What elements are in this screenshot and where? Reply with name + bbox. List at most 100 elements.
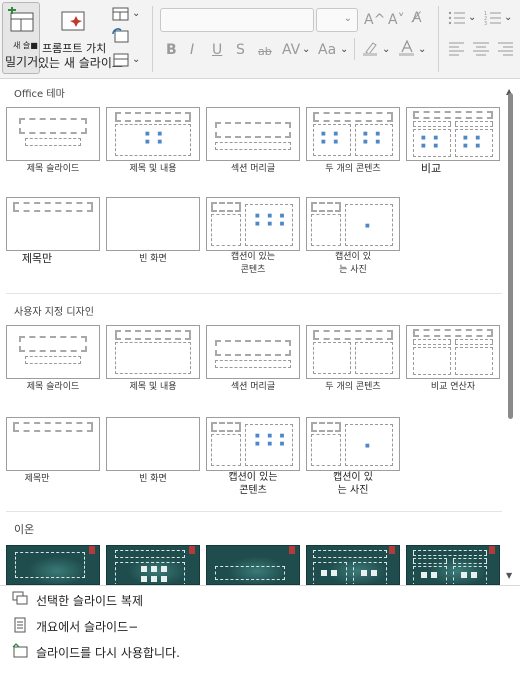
content-icons: ■ ■ ■ ■ ■ ■ xyxy=(255,433,288,447)
text-placeholder xyxy=(215,142,291,150)
layout-icon[interactable] xyxy=(112,6,130,22)
highlight-chevron-icon[interactable]: ⌄ xyxy=(382,44,390,55)
layout-caption: 제목만 xyxy=(21,252,53,265)
accent-tab xyxy=(89,546,95,554)
bullet-list-icon[interactable] xyxy=(448,10,466,26)
custom-layout-title-only[interactable] xyxy=(6,417,100,471)
content-icon xyxy=(471,572,477,578)
new-slide-icon xyxy=(8,7,34,32)
layout-blank[interactable] xyxy=(106,197,200,251)
custom-layout-blank[interactable] xyxy=(106,417,200,471)
shadow-button[interactable]: S xyxy=(236,42,245,58)
layout-content-caption[interactable]: ■ ■ ■ ■ ■ ■ xyxy=(206,197,300,251)
ion-layout-title-content[interactable] xyxy=(106,545,200,585)
accent-tab xyxy=(489,546,495,554)
numbering-chevron-icon[interactable]: ⌄ xyxy=(504,12,512,23)
section-icon[interactable] xyxy=(112,52,130,68)
custom-layout-comparison[interactable] xyxy=(406,325,500,379)
text-placeholder xyxy=(215,360,291,368)
case-chevron-icon[interactable]: ⌄ xyxy=(340,44,348,55)
title-placeholder xyxy=(313,330,393,340)
title-placeholder xyxy=(311,202,341,212)
content-icon xyxy=(141,566,147,572)
scrollbar-thumb[interactable] xyxy=(508,93,513,419)
layout-title-slide[interactable] xyxy=(6,107,100,161)
underline-button[interactable]: U xyxy=(212,42,222,58)
custom-layout-title-slide[interactable] xyxy=(6,325,100,379)
scroll-down-icon[interactable]: ▼ xyxy=(506,571,512,580)
accent-tab xyxy=(389,546,395,554)
subtitle-placeholder xyxy=(25,356,81,364)
layout-section-header[interactable] xyxy=(206,107,300,161)
custom-layout-title-content[interactable] xyxy=(106,325,200,379)
title-placeholder xyxy=(211,422,241,432)
strikethrough-button[interactable]: ab xyxy=(258,44,272,60)
shrink-font-icon[interactable]: A˅ xyxy=(388,12,405,28)
ion-layout-title-slide[interactable] xyxy=(6,545,100,585)
highlight-icon[interactable] xyxy=(362,40,380,56)
ion-theme-heading: 이온 xyxy=(14,523,35,536)
slides-from-outline-menu-item[interactable]: 개요에서 슬라이드− xyxy=(10,615,490,635)
content-icon xyxy=(421,572,427,578)
custom-layout-section-header[interactable] xyxy=(206,325,300,379)
italic-button[interactable]: I xyxy=(190,42,194,58)
numbered-list-icon[interactable]: 123 xyxy=(484,10,502,26)
content-placeholder xyxy=(313,342,351,374)
align-center-icon[interactable] xyxy=(472,40,490,56)
ion-layout-two-content[interactable] xyxy=(306,545,400,585)
layout-title-only[interactable] xyxy=(6,197,100,251)
reuse-slides-menu-item[interactable]: 슬라이드를 다시 사용합니다. xyxy=(10,641,490,661)
custom-layout-two-content[interactable] xyxy=(306,325,400,379)
ribbon-divider xyxy=(152,6,153,72)
heading-placeholder xyxy=(455,339,493,345)
clear-format-icon[interactable]: A̸ xyxy=(412,10,422,26)
ion-layout-section-header[interactable] xyxy=(206,545,300,585)
custom-layout-content-caption[interactable]: ■ ■ ■ ■ ■ ■ xyxy=(206,417,300,471)
spacing-chevron-icon[interactable]: ⌄ xyxy=(302,44,310,55)
ion-layout-comparison[interactable] xyxy=(406,545,500,585)
layout-caption: 빈 화면 xyxy=(139,254,167,264)
text-placeholder xyxy=(211,214,241,246)
chevron-down-icon: ⌄ xyxy=(343,13,352,24)
title-placeholder xyxy=(115,330,191,340)
font-size-combo[interactable]: ⌄ xyxy=(316,8,358,32)
layout-picture-caption[interactable]: ■ xyxy=(306,197,400,251)
section-divider xyxy=(6,293,502,294)
custom-layout-picture-caption[interactable]: ■ xyxy=(306,417,400,471)
accent-tab xyxy=(189,546,195,554)
menu-item-label: 선택한 슬라이드 복제 xyxy=(36,594,143,608)
new-slide-button[interactable]: 새 슬■ 밀기거 xyxy=(2,2,40,74)
title-placeholder xyxy=(413,329,493,337)
change-case-button[interactable]: Aa xyxy=(318,42,336,58)
bullets-chevron-icon[interactable]: ⌄ xyxy=(468,12,476,23)
designer-label-2: 있는 새 슬라이드 xyxy=(38,56,123,70)
font-color-icon[interactable] xyxy=(398,40,416,56)
prompt-slide-button[interactable]: 프롬프트 가치 있는 새 슬라이드 xyxy=(38,4,123,74)
title-placeholder xyxy=(115,550,185,558)
content-icon xyxy=(331,570,337,576)
title-placeholder xyxy=(15,552,85,578)
font-family-combo[interactable] xyxy=(160,8,314,32)
content-placeholder xyxy=(413,347,451,375)
layout-comparison[interactable]: ■ ■ ■ ■ ■ ■ ■ ■ xyxy=(406,107,500,161)
layout-two-content[interactable]: ■ ■ ■ ■ ■ ■ ■ ■ xyxy=(306,107,400,161)
font-color-chevron-icon[interactable]: ⌄ xyxy=(418,44,426,55)
char-spacing-button[interactable]: AV xyxy=(282,42,300,58)
align-right-icon[interactable] xyxy=(496,40,514,56)
title-placeholder xyxy=(413,550,487,556)
layout-title-content[interactable]: ■ ■ ■ ■ xyxy=(106,107,200,161)
title-placeholder xyxy=(311,422,341,432)
content-placeholder xyxy=(453,566,487,584)
grow-font-icon[interactable]: A^ xyxy=(364,12,385,28)
align-left-icon[interactable] xyxy=(448,40,466,56)
duplicate-slide-menu-item[interactable]: 선택한 슬라이드 복제 xyxy=(10,589,490,609)
layout-chevron-icon[interactable]: ⌄ xyxy=(132,8,140,19)
content-placeholder xyxy=(115,342,191,374)
title-placeholder xyxy=(215,566,285,580)
reset-icon[interactable] xyxy=(112,28,130,44)
content-placeholder xyxy=(115,562,185,584)
layout-caption: 캡션이 있는 콘텐츠 xyxy=(230,252,276,275)
section-chevron-icon[interactable]: ⌄ xyxy=(132,54,140,65)
content-icons: ■ ■ ■ ■ xyxy=(463,135,484,149)
bold-button[interactable]: B xyxy=(166,42,177,58)
